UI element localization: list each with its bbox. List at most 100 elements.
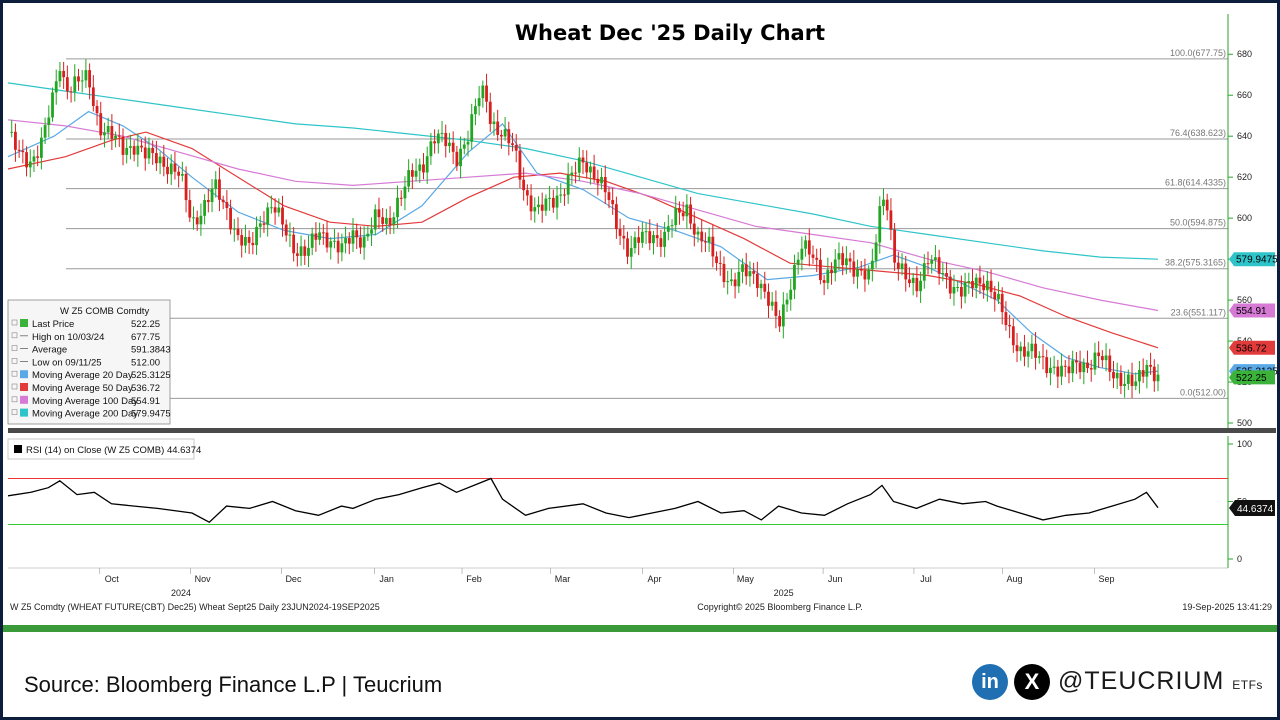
legend-row: Moving Average 200 Day579.9475 bbox=[11, 408, 171, 420]
month-label: Jan bbox=[379, 574, 394, 584]
candle-body bbox=[466, 141, 470, 145]
candle-body bbox=[381, 217, 385, 224]
candle-body bbox=[559, 194, 563, 196]
candle-body bbox=[188, 200, 192, 218]
candle-body bbox=[856, 269, 859, 277]
candle-body bbox=[600, 177, 603, 184]
source-text: Source: Bloomberg Finance L.P | Teucrium bbox=[24, 672, 443, 697]
candle-body bbox=[778, 316, 782, 327]
candle-body bbox=[1015, 345, 1019, 352]
candle-body bbox=[685, 204, 689, 217]
candle-body bbox=[232, 228, 236, 230]
candle-body bbox=[281, 207, 284, 225]
candle-body bbox=[84, 70, 88, 81]
candle-body bbox=[355, 230, 359, 238]
candle-body bbox=[258, 223, 262, 227]
candle-body bbox=[1052, 366, 1056, 368]
candle-body bbox=[269, 207, 273, 209]
candle-body bbox=[1060, 365, 1063, 377]
candle-body bbox=[570, 172, 574, 175]
candle-body bbox=[774, 301, 778, 317]
candle-body bbox=[548, 197, 552, 199]
candle-body bbox=[670, 225, 674, 227]
rsi-value-tag-text: 44.6374 bbox=[1237, 504, 1274, 515]
candle-body bbox=[125, 147, 129, 155]
candle-body bbox=[592, 166, 596, 179]
candle-body bbox=[525, 190, 529, 196]
legend-row: Low on 09/11/25 512.00 bbox=[11, 357, 160, 368]
candle-body bbox=[362, 236, 366, 248]
candle-body bbox=[715, 256, 718, 263]
price-tick-label: 680 bbox=[1237, 49, 1252, 59]
candle-body bbox=[607, 192, 611, 201]
candle-body bbox=[1130, 374, 1134, 386]
month-label: May bbox=[737, 574, 755, 584]
legend-row-value: 512.00 bbox=[131, 357, 160, 368]
candle-body bbox=[262, 223, 266, 225]
candle-body bbox=[622, 235, 626, 239]
candle-body bbox=[1104, 355, 1108, 361]
candle-body bbox=[974, 277, 978, 289]
candle-body bbox=[77, 76, 80, 82]
candle-body bbox=[844, 258, 848, 266]
candle-body bbox=[807, 240, 811, 255]
candle-body bbox=[867, 269, 871, 280]
month-label: Oct bbox=[105, 574, 120, 584]
month-label: Jul bbox=[920, 574, 932, 584]
legend-row-value: 522.25 bbox=[131, 319, 160, 330]
candle-body bbox=[314, 233, 318, 240]
candle-body bbox=[448, 142, 451, 147]
price-panel-bg bbox=[8, 44, 1228, 428]
candle-body bbox=[158, 156, 162, 164]
candle-body bbox=[930, 259, 934, 264]
candle-body bbox=[277, 207, 281, 213]
legend-row: Moving Average 20 Day525.3125 bbox=[11, 370, 171, 381]
candle-body bbox=[69, 91, 73, 93]
candle-body bbox=[166, 166, 169, 175]
legend-row-label: Moving Average 100 Day bbox=[32, 396, 138, 407]
candle-body bbox=[804, 240, 807, 249]
price-tick-label: 660 bbox=[1237, 90, 1252, 100]
candle-body bbox=[904, 263, 908, 280]
candle-body bbox=[88, 70, 92, 88]
legend-row-value: 591.3843 bbox=[131, 345, 171, 356]
candle-body bbox=[978, 277, 982, 284]
candle-body bbox=[563, 194, 566, 196]
candle-body bbox=[1086, 362, 1089, 369]
x-icon[interactable]: X bbox=[1014, 664, 1050, 700]
candle-body bbox=[870, 260, 874, 270]
candle-body bbox=[729, 279, 733, 282]
candle-body bbox=[129, 146, 132, 148]
candle-body bbox=[1056, 366, 1060, 377]
candle-body bbox=[934, 257, 937, 260]
candle-body bbox=[796, 259, 800, 265]
teucrium-brand[interactable]: @TEUCRIUM ETFs bbox=[1058, 667, 1263, 696]
candle-body bbox=[162, 156, 166, 167]
footer-center: Copyright© 2025 Bloomberg Finance L.P. bbox=[697, 602, 863, 612]
footer-right: 19-Sep-2025 13:41:29 bbox=[1182, 602, 1272, 612]
value-tag-text: 536.72 bbox=[1236, 343, 1267, 354]
candle-body bbox=[1152, 366, 1156, 382]
candle-body bbox=[859, 269, 863, 271]
value-tag: 579.9475 bbox=[1229, 252, 1278, 267]
candle-body bbox=[429, 141, 433, 157]
candle-body bbox=[418, 164, 422, 171]
candle-body bbox=[692, 223, 696, 235]
candle-body bbox=[648, 231, 652, 244]
candle-body bbox=[830, 269, 833, 274]
month-label: Sep bbox=[1098, 574, 1114, 584]
linkedin-icon[interactable]: in bbox=[972, 664, 1008, 700]
legend-row: Moving Average 100 Day554.91 bbox=[11, 395, 160, 407]
candle-body bbox=[370, 229, 373, 234]
price-tick-label: 640 bbox=[1237, 131, 1252, 141]
candle-body bbox=[255, 226, 258, 246]
candle-body bbox=[496, 121, 500, 135]
candle-body bbox=[273, 207, 277, 213]
legend-swatch bbox=[20, 370, 28, 379]
candle-body bbox=[637, 237, 641, 243]
candle-body bbox=[169, 163, 173, 175]
chart-frame: Wheat Dec '25 Daily Chart 100.0(677.75) 7… bbox=[0, 0, 1280, 720]
candle-body bbox=[1123, 383, 1127, 386]
candle-body bbox=[499, 134, 503, 137]
candle-body bbox=[80, 80, 84, 82]
